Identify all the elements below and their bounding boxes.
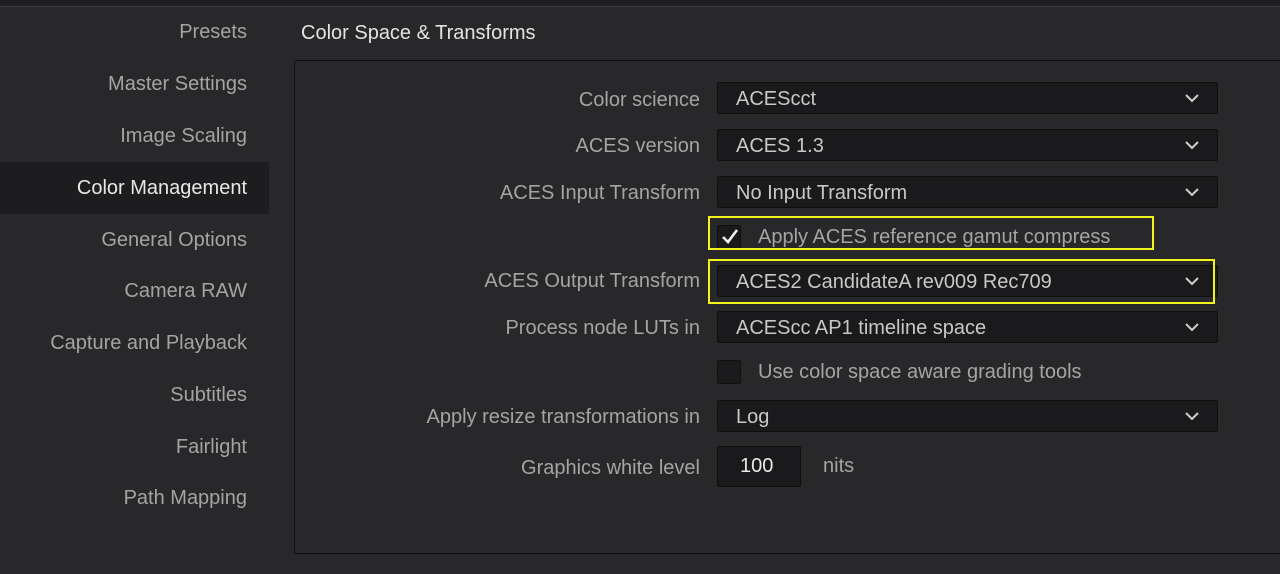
dropdown-value: ACES 1.3 [736, 135, 824, 157]
color-science-label: Color science [578, 89, 700, 111]
color-aware-tools-checkbox[interactable] [717, 360, 741, 384]
aces-version-dropdown[interactable]: ACES 1.3 [717, 129, 1218, 161]
dropdown-value: Log [736, 406, 770, 428]
input-transform-label: ACES Input Transform [499, 182, 700, 204]
color-aware-tools-label: Use color space aware grading tools [758, 360, 1082, 383]
chevron-down-icon [1185, 412, 1199, 421]
white-level-label: Graphics white level [521, 457, 700, 479]
chevron-down-icon [1185, 94, 1199, 103]
sidebar-item-label: Capture and Playback [50, 331, 247, 354]
settings-sidebar: Presets Master Settings Image Scaling Co… [0, 6, 269, 574]
sidebar-item-label: Camera RAW [124, 279, 247, 302]
dropdown-value: ACEScct [736, 88, 817, 110]
input-transform-dropdown[interactable]: No Input Transform [717, 176, 1218, 208]
output-transform-dropdown[interactable]: ACES2 CandidateA rev009 Rec709 [717, 265, 1218, 297]
node-luts-dropdown[interactable]: ACEScc AP1 timeline space [717, 311, 1218, 343]
node-luts-label: Process node LUTs in [505, 317, 700, 339]
chevron-down-icon [1185, 141, 1199, 150]
section-title: Color Space & Transforms [301, 22, 536, 44]
white-level-input[interactable] [717, 446, 801, 487]
white-level-unit: nits [823, 455, 855, 477]
sidebar-item-label: Color Management [76, 176, 247, 199]
gamut-compress-row: Apply ACES reference gamut compress [717, 224, 1110, 250]
gamut-compress-label: Apply ACES reference gamut compress [758, 225, 1111, 248]
aces-version-label: ACES version [575, 135, 701, 157]
sidebar-item-capture-and-playback[interactable]: Capture and Playback [0, 317, 269, 369]
resize-transform-dropdown[interactable]: Log [717, 400, 1218, 432]
dropdown-value: ACES2 CandidateA rev009 Rec709 [736, 271, 1052, 293]
sidebar-item-path-mapping[interactable]: Path Mapping [0, 472, 269, 524]
sidebar-item-label: Path Mapping [123, 486, 247, 509]
sidebar-item-camera-raw[interactable]: Camera RAW [0, 265, 269, 317]
dropdown-value: No Input Transform [736, 182, 908, 204]
color-aware-tools-row: Use color space aware grading tools [717, 359, 1082, 385]
sidebar-item-label: Master Settings [108, 72, 247, 95]
sidebar-item-color-management[interactable]: Color Management [0, 162, 269, 214]
sidebar-item-label: Subtitles [170, 383, 247, 406]
sidebar-item-general-options[interactable]: General Options [0, 214, 269, 266]
sidebar-item-subtitles[interactable]: Subtitles [0, 369, 269, 421]
dropdown-value: ACEScc AP1 timeline space [736, 317, 987, 339]
sidebar-item-fairlight[interactable]: Fairlight [0, 421, 269, 473]
sidebar-item-label: Presets [179, 20, 247, 43]
chevron-down-icon [1185, 188, 1199, 197]
sidebar-item-label: Fairlight [175, 435, 247, 458]
gamut-compress-checkbox[interactable] [717, 225, 741, 249]
sidebar-item-image-scaling[interactable]: Image Scaling [0, 110, 269, 162]
sidebar-item-label: General Options [101, 228, 247, 251]
color-science-dropdown[interactable]: ACEScct [717, 82, 1218, 114]
sidebar-item-label: Image Scaling [120, 124, 247, 147]
sidebar-item-master-settings[interactable]: Master Settings [0, 58, 269, 110]
sidebar-item-presets[interactable]: Presets [0, 6, 269, 58]
chevron-down-icon [1185, 323, 1199, 332]
chevron-down-icon [1185, 277, 1199, 286]
resize-transform-label: Apply resize transformations in [426, 406, 700, 428]
output-transform-label: ACES Output Transform [484, 270, 700, 292]
checkmark-icon [722, 229, 739, 244]
